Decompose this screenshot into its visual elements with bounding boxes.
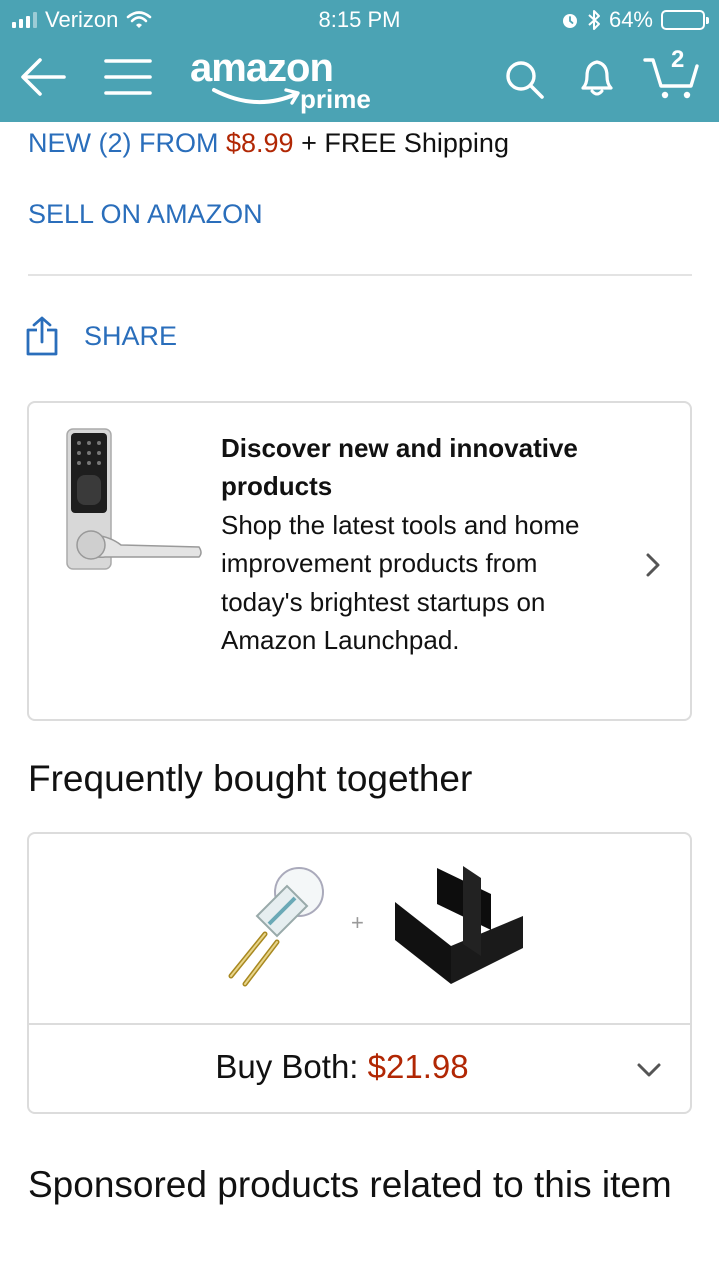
- bluetooth-icon: [588, 10, 600, 30]
- logo-smile-icon: [212, 88, 300, 105]
- frequently-bought-card: + Buy Both: $21.98: [27, 832, 692, 1114]
- chevron-down-icon[interactable]: [635, 1060, 663, 1080]
- status-bar: Verizon 8:15 PM 64%: [0, 0, 719, 40]
- top-bar: Verizon 8:15 PM 64% amazon prime 2: [0, 0, 719, 122]
- card-divider: [29, 1023, 690, 1025]
- buy-both-label: Buy Both:: [215, 1048, 359, 1085]
- alarm-icon: [562, 14, 577, 28]
- amazon-prime-logo[interactable]: amazon prime: [190, 46, 390, 116]
- frequently-bought-heading: Frequently bought together: [28, 758, 473, 799]
- search-icon[interactable]: [505, 60, 545, 100]
- share-button[interactable]: SHARE: [26, 316, 177, 356]
- promo-body: Shop the latest tools and home improveme…: [221, 509, 580, 656]
- battery-percent: 64%: [608, 7, 653, 32]
- shipping-text: + FREE Shipping: [301, 128, 509, 158]
- promo-text: Discover new and innovative products Sho…: [221, 429, 621, 659]
- share-label: SHARE: [84, 320, 178, 351]
- cart-count-badge: 2: [671, 46, 685, 73]
- plus-sign: +: [351, 910, 364, 935]
- bell-icon[interactable]: [578, 56, 616, 98]
- smart-lock-image: [66, 428, 202, 570]
- status-right-group: 64%: [561, 7, 709, 33]
- section-divider: [28, 274, 692, 276]
- new-offers-line[interactable]: NEW (2) FROM $8.99 + FREE Shipping: [28, 128, 509, 159]
- menu-icon[interactable]: [104, 57, 152, 97]
- halogen-bulb-image[interactable]: [195, 858, 335, 994]
- share-icon: [26, 316, 58, 356]
- chevron-right-icon[interactable]: [643, 551, 663, 579]
- launchpad-promo-card[interactable]: Discover new and innovative products Sho…: [27, 401, 692, 721]
- buy-both-row[interactable]: Buy Both: $21.98: [29, 1048, 655, 1086]
- drawer-divider-image[interactable]: [391, 864, 527, 986]
- new-offers-link[interactable]: NEW (2) FROM: [28, 128, 218, 158]
- buy-both-price: $21.98: [367, 1048, 469, 1085]
- battery-icon: [661, 10, 709, 30]
- sell-on-amazon-link[interactable]: SELL ON AMAZON: [28, 199, 263, 230]
- logo-prime: prime: [300, 84, 371, 114]
- promo-title: Discover new and innovative products: [221, 433, 578, 502]
- sponsored-heading: Sponsored products related to this item: [28, 1164, 672, 1205]
- new-offers-price: $8.99: [226, 128, 294, 158]
- nav-bar: amazon prime 2: [0, 40, 719, 122]
- back-arrow-icon[interactable]: [20, 57, 66, 97]
